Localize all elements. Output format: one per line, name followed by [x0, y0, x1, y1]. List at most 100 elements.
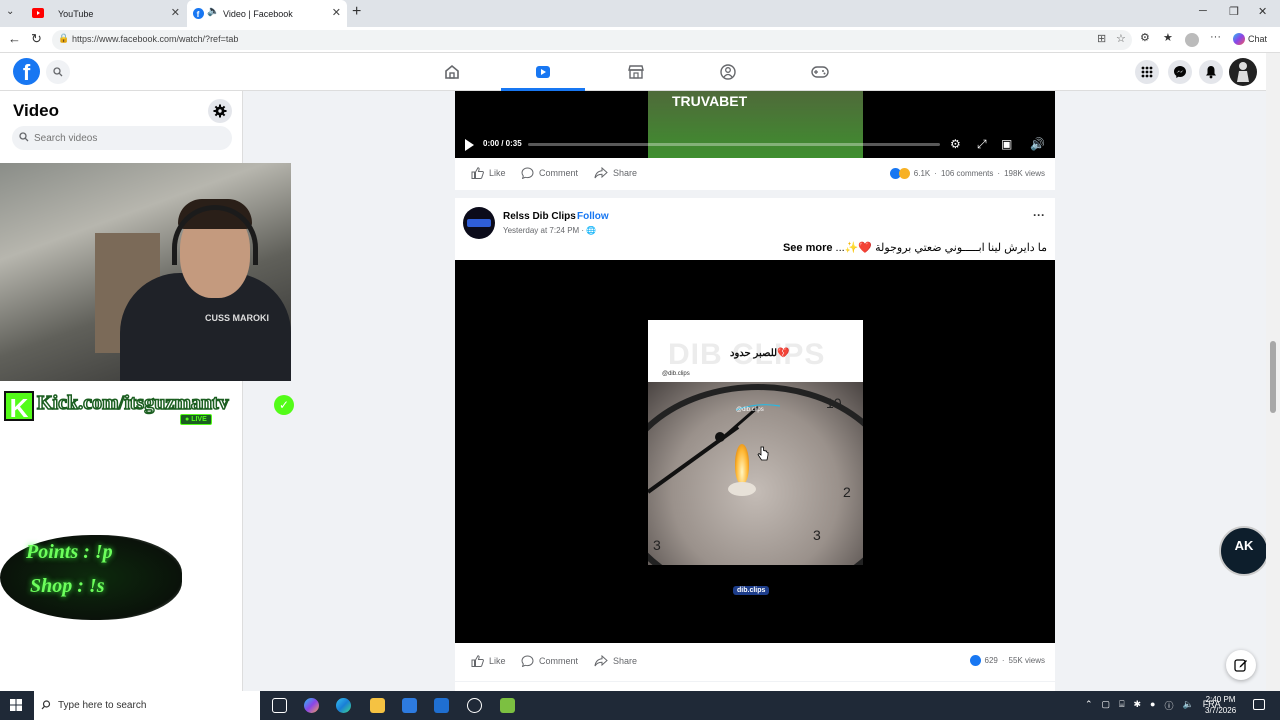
close-window-icon[interactable]: ✕ [1258, 5, 1267, 18]
app-icon[interactable] [500, 698, 515, 713]
like-button[interactable]: Like [471, 167, 506, 179]
nav-marketplace[interactable] [590, 53, 680, 91]
menu-grid-icon [1141, 66, 1153, 78]
clock-time: 2:40 PM [1205, 695, 1236, 704]
copilot-chat-button[interactable]: Chat [1233, 33, 1267, 45]
tab-label: Video | Facebook [223, 8, 293, 19]
video-settings-gear-icon[interactable]: ⚙ [950, 137, 961, 151]
comment-button[interactable]: Comment [521, 655, 578, 667]
extensions-icon[interactable]: ⚙ [1140, 31, 1150, 44]
svg-text:3: 3 [813, 527, 821, 543]
speaker-icon[interactable]: 🔈 [207, 6, 219, 17]
copilot-icon [1233, 33, 1245, 45]
nav-video[interactable] [501, 53, 585, 91]
comment-count[interactable]: 106 comments [941, 169, 993, 178]
profile-icon[interactable] [1185, 33, 1199, 47]
obs-icon[interactable] [467, 698, 482, 713]
see-more-link[interactable]: See more [783, 242, 833, 254]
view-count: 198K views [1004, 169, 1045, 178]
video-time: 0:00 / 0:35 [483, 139, 522, 148]
taskbar-search-box[interactable]: Type here to search [34, 691, 260, 720]
store-icon[interactable] [402, 698, 417, 713]
post2-author-name[interactable]: Relss Dib Clips [503, 211, 576, 222]
share-icon [594, 167, 608, 179]
new-message-button[interactable] [1226, 650, 1256, 680]
notification-center-icon[interactable] [1253, 699, 1265, 710]
post2-author-avatar[interactable] [463, 207, 495, 239]
post2-timestamp[interactable]: Yesterday at 7:24 PM · 🌐 [503, 226, 596, 235]
outlook-icon[interactable] [434, 698, 449, 713]
search-button[interactable] [46, 60, 70, 84]
edge-icon[interactable] [336, 698, 351, 713]
nav-gaming[interactable] [773, 53, 863, 91]
tab-facebook-video[interactable]: f 🔈 Video | Facebook ✕ [187, 0, 347, 27]
reaction-count[interactable]: 6.1K [914, 169, 930, 178]
minimize-icon[interactable]: ─ [1199, 5, 1207, 17]
play-icon[interactable] [465, 139, 474, 151]
thumbs-up-icon [471, 655, 484, 667]
ak-streamer-logo: AK [1219, 526, 1269, 576]
favorites-icon[interactable]: ★ [1163, 31, 1173, 44]
reel-clock-scene: 10 2 3 3 @dib.clips [648, 382, 863, 565]
volume-icon[interactable]: 🔊 [1030, 137, 1045, 151]
fullscreen-icon[interactable]: ⤢ [977, 137, 987, 152]
new-tab-icon[interactable]: + [352, 3, 361, 21]
nav-home[interactable] [406, 53, 496, 91]
like-reaction-icon [969, 655, 981, 666]
favorite-star-icon[interactable]: ☆ [1116, 32, 1126, 45]
refresh-icon[interactable]: ↻ [31, 31, 42, 47]
tab-youtube[interactable]: YouTube ✕ [26, 0, 186, 27]
file-explorer-icon[interactable] [370, 698, 385, 713]
bell-icon [1206, 66, 1216, 79]
close-tab-icon[interactable]: ✕ [171, 6, 180, 19]
miniplayer-icon[interactable]: ▣ [1001, 137, 1012, 151]
tab-list-chevron-icon[interactable]: ⌄ [6, 6, 14, 17]
tab-label: YouTube [58, 8, 94, 19]
share-button[interactable]: Share [594, 655, 637, 667]
video-settings-button[interactable] [208, 99, 232, 123]
more-icon[interactable]: ··· [1210, 31, 1221, 43]
taskbar-clock[interactable]: 2:40 PM 3/7/2026 [1205, 694, 1236, 716]
youtube-icon [32, 8, 44, 18]
post-options-icon[interactable]: ··· [1033, 208, 1045, 222]
url-field[interactable]: 🔒 https://www.facebook.com/watch/?ref=ta… [52, 30, 1132, 50]
search-videos-input[interactable] [12, 126, 232, 150]
tray-bluetooth-icon[interactable]: ✱ [1133, 699, 1141, 712]
tray-ime-icon[interactable]: ⓘ [1164, 699, 1173, 712]
windows-taskbar: Type here to search ⌃ ▢ ⌸ ✱ ● ⓘ 🔈 FRA 2:… [0, 691, 1280, 720]
messenger-button[interactable] [1168, 60, 1192, 84]
video-icon [536, 66, 550, 78]
scrollbar-thumb[interactable] [1270, 341, 1276, 413]
candle [728, 482, 756, 496]
follow-button[interactable]: Follow [577, 211, 609, 222]
nav-groups[interactable] [682, 53, 772, 91]
svg-text:10: 10 [826, 395, 842, 411]
windows-start-icon[interactable] [10, 699, 22, 711]
share-button[interactable]: Share [594, 167, 637, 179]
video-progress-bar[interactable] [528, 143, 940, 146]
tray-volume-icon[interactable]: 🔈 [1182, 699, 1193, 712]
tray-microphone-icon[interactable]: ● [1150, 699, 1155, 712]
tray-chevron-icon[interactable]: ⌃ [1085, 699, 1093, 712]
page-scrollbar[interactable] [1266, 53, 1280, 691]
back-icon[interactable]: ← [8, 31, 21, 46]
reaction-count[interactable]: 629 [985, 656, 998, 665]
tray-network-icon[interactable]: ⌸ [1119, 699, 1124, 712]
tray-app-icon[interactable]: ▢ [1102, 699, 1111, 712]
hoodie-print: CUSS MAROKI [205, 313, 270, 323]
mouse-cursor-icon [757, 446, 769, 461]
restore-icon[interactable]: ❐ [1229, 5, 1239, 18]
copilot-taskbar-icon[interactable] [304, 698, 319, 713]
search-icon [19, 132, 29, 142]
like-button[interactable]: Like [471, 655, 506, 667]
menu-button[interactable] [1135, 60, 1159, 84]
task-view-icon[interactable] [272, 698, 287, 713]
profile-avatar[interactable] [1229, 58, 1257, 86]
close-tab-icon[interactable]: ✕ [332, 6, 341, 19]
comment-button[interactable]: Comment [521, 167, 578, 179]
facebook-logo-icon[interactable]: f [13, 58, 40, 85]
notifications-button[interactable] [1199, 60, 1223, 84]
app-icon[interactable]: ⊞ [1097, 32, 1106, 45]
chat-label: Chat [1248, 34, 1268, 44]
lock-icon[interactable]: 🔒 [58, 33, 69, 44]
